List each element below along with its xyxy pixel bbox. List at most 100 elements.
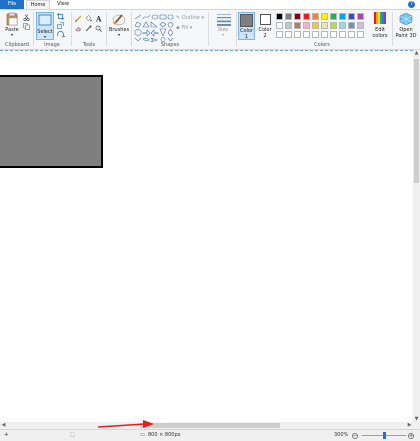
zoom-level: 300% xyxy=(334,432,349,438)
color-swatch[interactable] xyxy=(357,31,364,38)
cursor-position-icon: ✛ xyxy=(4,432,9,438)
divider xyxy=(33,12,34,46)
cut-icon[interactable] xyxy=(23,14,30,22)
color-swatch[interactable] xyxy=(357,22,364,29)
edit-colors-label-line2: colors xyxy=(372,33,388,39)
divider xyxy=(71,12,72,46)
magnifier-icon[interactable] xyxy=(95,25,102,32)
color-swatch[interactable] xyxy=(276,31,283,38)
line-width-icon xyxy=(216,12,231,26)
crop-icon[interactable] xyxy=(57,13,64,20)
color-swatch[interactable] xyxy=(321,22,328,29)
divider xyxy=(392,12,393,46)
color1-swatch xyxy=(240,14,253,27)
color-swatch[interactable] xyxy=(303,13,310,20)
color2-swatch xyxy=(259,14,271,25)
zoom-slider-thumb[interactable] xyxy=(383,432,386,439)
pencil-icon[interactable] xyxy=(75,15,82,22)
color-swatch[interactable] xyxy=(303,22,310,29)
color-wheel-icon xyxy=(373,12,387,26)
clipboard-icon xyxy=(5,12,19,26)
color-swatch[interactable] xyxy=(285,13,292,20)
color-swatch[interactable] xyxy=(276,22,283,29)
vertical-scrollbar[interactable]: ▲ ▼ xyxy=(413,50,420,422)
color1-button[interactable]: Color 1 xyxy=(238,12,255,40)
image-dimensions: 800 × 800px xyxy=(148,432,181,438)
shapes-gallery[interactable] xyxy=(134,14,174,42)
resize-icon[interactable] xyxy=(57,22,64,29)
color-swatch[interactable] xyxy=(348,13,355,20)
divider xyxy=(236,12,237,46)
horizontal-scrollbar[interactable]: ◀ ▶ xyxy=(0,422,413,429)
color-swatch[interactable] xyxy=(285,22,292,29)
scroll-right-icon[interactable]: ▶ xyxy=(406,422,413,429)
scroll-corner xyxy=(413,422,420,429)
tab-file[interactable]: File xyxy=(0,0,24,9)
ribbon-tab-bar: File Home View ? xyxy=(0,0,420,9)
selection-size-icon: ⬚ xyxy=(70,432,75,438)
clipboard-group-label: Clipboard xyxy=(5,42,29,48)
canvas-workspace[interactable] xyxy=(0,50,413,422)
select-button[interactable]: Select ▾ xyxy=(36,12,54,40)
color-swatch[interactable] xyxy=(339,31,346,38)
color-swatch[interactable] xyxy=(321,31,328,38)
color-swatch[interactable] xyxy=(348,31,355,38)
tab-view[interactable]: View xyxy=(52,0,74,9)
tab-home[interactable]: Home xyxy=(26,0,50,9)
ribbon: Paste ▾ Clipboard Select ▾ Image A Tools… xyxy=(0,9,420,50)
drawn-rectangle xyxy=(0,75,103,168)
color-picker-icon[interactable] xyxy=(85,25,92,32)
color-swatch[interactable] xyxy=(312,22,319,29)
color-swatch[interactable] xyxy=(357,13,364,20)
paint3d-icon xyxy=(399,12,413,26)
shapes-group-label: Shapes xyxy=(160,42,180,48)
divider xyxy=(106,12,107,46)
help-icon[interactable]: ? xyxy=(408,1,415,8)
color-swatch[interactable] xyxy=(312,31,319,38)
color-swatch[interactable] xyxy=(348,22,355,29)
edit-colors-button[interactable]: Edit colors xyxy=(370,12,390,39)
divider xyxy=(131,12,132,46)
text-icon[interactable]: A xyxy=(95,15,102,24)
zoom-out-icon[interactable]: − xyxy=(352,433,358,439)
rotate-icon[interactable] xyxy=(57,31,65,38)
brushes-button[interactable]: Brushes ▾ xyxy=(108,12,130,37)
color-swatch[interactable] xyxy=(294,22,301,29)
color-swatch[interactable] xyxy=(339,13,346,20)
scroll-up-icon[interactable]: ▲ xyxy=(413,50,420,56)
chevron-down-icon: ▾ xyxy=(43,34,46,39)
divider xyxy=(208,12,209,46)
color2-label-line2: 2 xyxy=(263,33,267,39)
color-swatch[interactable] xyxy=(330,22,337,29)
color-swatch[interactable] xyxy=(276,13,283,20)
color-swatch[interactable] xyxy=(339,22,346,29)
vertical-scroll-thumb[interactable] xyxy=(414,59,419,183)
fill-dropdown[interactable]: ◆ Fill ▾ xyxy=(176,23,192,34)
image-group-label: Image xyxy=(44,42,60,48)
color2-button[interactable]: Color 2 xyxy=(257,12,273,39)
zoom-in-icon[interactable]: + xyxy=(408,433,414,439)
color-swatch[interactable] xyxy=(294,13,301,20)
chevron-down-icon: ▾ xyxy=(10,32,13,37)
color1-label-line2: 1 xyxy=(244,34,249,40)
color-swatch[interactable] xyxy=(303,31,310,38)
horizontal-scroll-thumb[interactable] xyxy=(140,423,280,428)
size-button[interactable]: Size ▾ xyxy=(212,12,234,37)
scroll-left-icon[interactable]: ◀ xyxy=(0,422,7,429)
color-swatch[interactable] xyxy=(330,31,337,38)
tools-group-label: Tools xyxy=(82,42,96,48)
copy-icon[interactable] xyxy=(23,23,30,30)
paste-button[interactable]: Paste ▾ xyxy=(4,12,20,37)
eraser-icon[interactable] xyxy=(75,25,82,32)
color-swatch[interactable] xyxy=(294,31,301,38)
color-swatch[interactable] xyxy=(312,13,319,20)
svg-text:A: A xyxy=(95,15,102,22)
color-swatch[interactable] xyxy=(321,13,328,20)
open-paint3d-button[interactable]: Open Paint 3D xyxy=(394,12,418,39)
chevron-down-icon: ▾ xyxy=(117,32,120,37)
fill-bucket-icon[interactable] xyxy=(85,15,92,22)
color-swatch[interactable] xyxy=(285,31,292,38)
color-swatch[interactable] xyxy=(330,13,337,20)
chevron-down-icon: ▾ xyxy=(221,32,224,37)
canvas-top-edge xyxy=(0,50,413,51)
